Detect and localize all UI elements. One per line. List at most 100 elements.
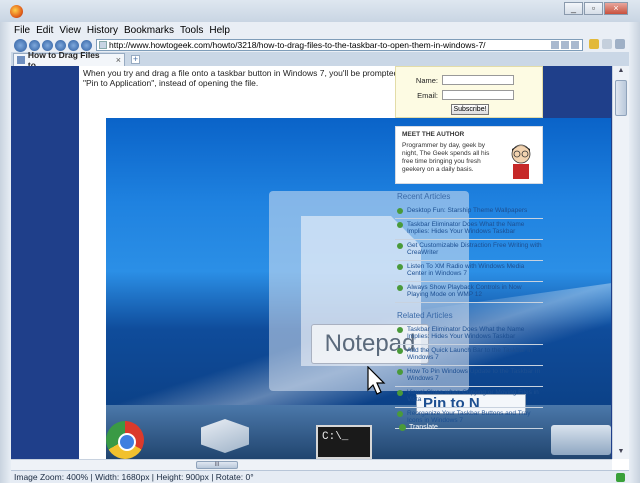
author-avatar <box>511 144 531 179</box>
window-bottom <box>0 483 640 501</box>
scroll-up-icon[interactable]: ▲ <box>615 67 627 77</box>
article-link[interactable]: Desktop Fun: Starship Theme Wallpapers <box>407 207 527 215</box>
bullet-icon <box>397 208 403 214</box>
go-icon[interactable] <box>571 41 579 49</box>
author-box: MEET THE AUTHOR Programmer by day, geek … <box>395 126 543 184</box>
email-label: Email: <box>417 90 438 100</box>
mouse-cursor-icon <box>367 366 386 395</box>
tab-bar: How to Drag Files to... × + <box>11 50 629 70</box>
bullet-icon <box>397 410 403 417</box>
bullet-icon <box>397 284 403 291</box>
new-tab-button[interactable]: + <box>131 55 140 64</box>
status-bar: Image Zoom: 400% | Width: 1680px | Heigh… <box>11 470 629 483</box>
bullet-icon <box>397 221 403 228</box>
list-item[interactable]: Add the Quick Launch Bar to the Taskbar … <box>395 345 543 366</box>
article-intro: When you try and drag a file onto a task… <box>83 68 408 88</box>
taskbar-button-icon <box>551 425 611 455</box>
forward-icon[interactable] <box>29 39 40 51</box>
command-prompt-icon: C:\_ <box>316 425 372 459</box>
close-button[interactable]: × <box>604 2 628 15</box>
menu-file[interactable]: File <box>11 25 33 36</box>
author-bio: Programmer by day, geek by night, The Ge… <box>402 142 490 173</box>
email-field[interactable] <box>442 90 514 100</box>
page-viewport: When you try and drag a file onto a task… <box>11 66 612 459</box>
list-item[interactable]: Always Show Playback Controls in Now Pla… <box>395 282 543 303</box>
title-bar: _ ▫ × <box>0 0 640 22</box>
back-icon[interactable] <box>14 38 27 52</box>
list-item[interactable]: Get Customizable Distraction Free Writin… <box>395 240 543 261</box>
translate-link[interactable]: Translate <box>399 424 438 431</box>
menu-view[interactable]: View <box>56 25 84 36</box>
reload-icon[interactable] <box>55 39 66 51</box>
article-link[interactable]: Always Show Playback Controls in Now Pla… <box>407 284 543 299</box>
horizontal-scrollbar[interactable]: III <box>11 459 612 470</box>
list-item[interactable]: Visual Clues when Copying or Moving File… <box>395 387 543 408</box>
toolbar-extras <box>589 39 625 49</box>
scroll-down-icon[interactable]: ▼ <box>615 448 627 458</box>
page-sidebar: Name: Email: Subscribe! MEET THE AUTHOR … <box>395 66 543 459</box>
address-bar-icons <box>551 41 579 49</box>
recent-articles-heading: Recent Articles <box>397 192 451 201</box>
article-lists: Recent Articles Desktop Fun: Starship Th… <box>395 190 543 429</box>
url-text: http://www.howtogeek.com/howto/3218/how-… <box>109 40 486 50</box>
addon-icon-3[interactable] <box>615 39 625 49</box>
article-link[interactable]: Visual Clues when Copying or Moving File… <box>407 389 543 404</box>
bullet-icon <box>397 368 403 375</box>
menu-edit[interactable]: Edit <box>33 25 56 36</box>
dropdown-history-icon[interactable] <box>42 39 53 51</box>
window-frame-left <box>0 0 11 501</box>
minimize-button[interactable]: _ <box>564 2 583 15</box>
site-favicon-icon <box>99 41 107 49</box>
list-item[interactable]: Taskbar Eliminator Does What the Name Im… <box>395 219 543 240</box>
bullet-icon <box>397 389 403 396</box>
bullet-icon <box>397 326 403 333</box>
article-link[interactable]: Listen To XM Radio with Windows Media Ce… <box>407 263 543 278</box>
article-link[interactable]: How To Pin Windows Update to the Taskbar… <box>407 368 543 383</box>
list-item[interactable]: Listen To XM Radio with Windows Media Ce… <box>395 261 543 282</box>
list-item[interactable]: Taskbar Eliminator Does What the Name Im… <box>395 324 543 345</box>
virtualbox-icon <box>201 419 249 453</box>
article-link[interactable]: Get Customizable Distraction Free Writin… <box>407 242 543 257</box>
article-link[interactable]: Reorganize Your Taskbar Buttons and Tray… <box>407 410 543 425</box>
translate-label: Translate <box>409 424 438 431</box>
article-link[interactable]: Taskbar Eliminator Does What the Name Im… <box>407 221 543 236</box>
translate-icon <box>399 424 406 431</box>
menu-bar: File Edit View History Bookmarks Tools H… <box>11 22 629 38</box>
bullet-icon <box>397 242 403 249</box>
stop-icon[interactable] <box>68 39 79 51</box>
vertical-scroll-thumb[interactable] <box>615 80 627 116</box>
name-label: Name: <box>415 75 438 85</box>
list-item[interactable]: How To Pin Windows Update to the Taskbar… <box>395 366 543 387</box>
name-field[interactable] <box>442 75 514 85</box>
email-row: Email: <box>396 90 514 100</box>
status-addon-icon[interactable] <box>616 473 625 482</box>
horizontal-scroll-thumb[interactable]: III <box>196 461 238 469</box>
menu-history[interactable]: History <box>84 25 121 36</box>
addon-icon-2[interactable] <box>602 39 612 49</box>
name-row: Name: <box>396 75 514 85</box>
rss-icon[interactable] <box>551 41 559 49</box>
bullet-icon <box>397 347 403 354</box>
subscribe-form: Name: Email: Subscribe! <box>395 66 543 118</box>
list-item[interactable]: Desktop Fun: Starship Theme Wallpapers <box>395 205 543 219</box>
browser-window: _ ▫ × File Edit View History Bookmarks T… <box>0 0 640 501</box>
tab-favicon-icon <box>17 56 25 64</box>
menu-help[interactable]: Help <box>206 25 233 36</box>
window-frame-right <box>629 0 640 501</box>
restore-button[interactable]: ▫ <box>584 2 603 15</box>
bullet-icon <box>397 263 403 270</box>
tab-active[interactable]: How to Drag Files to... × <box>13 50 125 70</box>
article-link[interactable]: Taskbar Eliminator Does What the Name Im… <box>407 326 543 341</box>
menu-bookmarks[interactable]: Bookmarks <box>121 25 177 36</box>
menu-tools[interactable]: Tools <box>177 25 206 36</box>
article-link[interactable]: Add the Quick Launch Bar to the Taskbar … <box>407 347 543 362</box>
related-articles-heading: Related Articles <box>397 310 453 320</box>
subscribe-button[interactable]: Subscribe! <box>451 104 489 115</box>
home-icon[interactable] <box>81 39 92 51</box>
tab-close-icon[interactable]: × <box>116 55 121 65</box>
status-text: Image Zoom: 400% | Width: 1680px | Heigh… <box>14 472 254 482</box>
address-bar[interactable]: http://www.howtogeek.com/howto/3218/how-… <box>96 39 583 51</box>
bookmark-star-icon[interactable] <box>561 41 569 49</box>
vertical-scrollbar[interactable]: ▲ ▼ <box>612 66 629 459</box>
addon-icon[interactable] <box>589 39 599 49</box>
